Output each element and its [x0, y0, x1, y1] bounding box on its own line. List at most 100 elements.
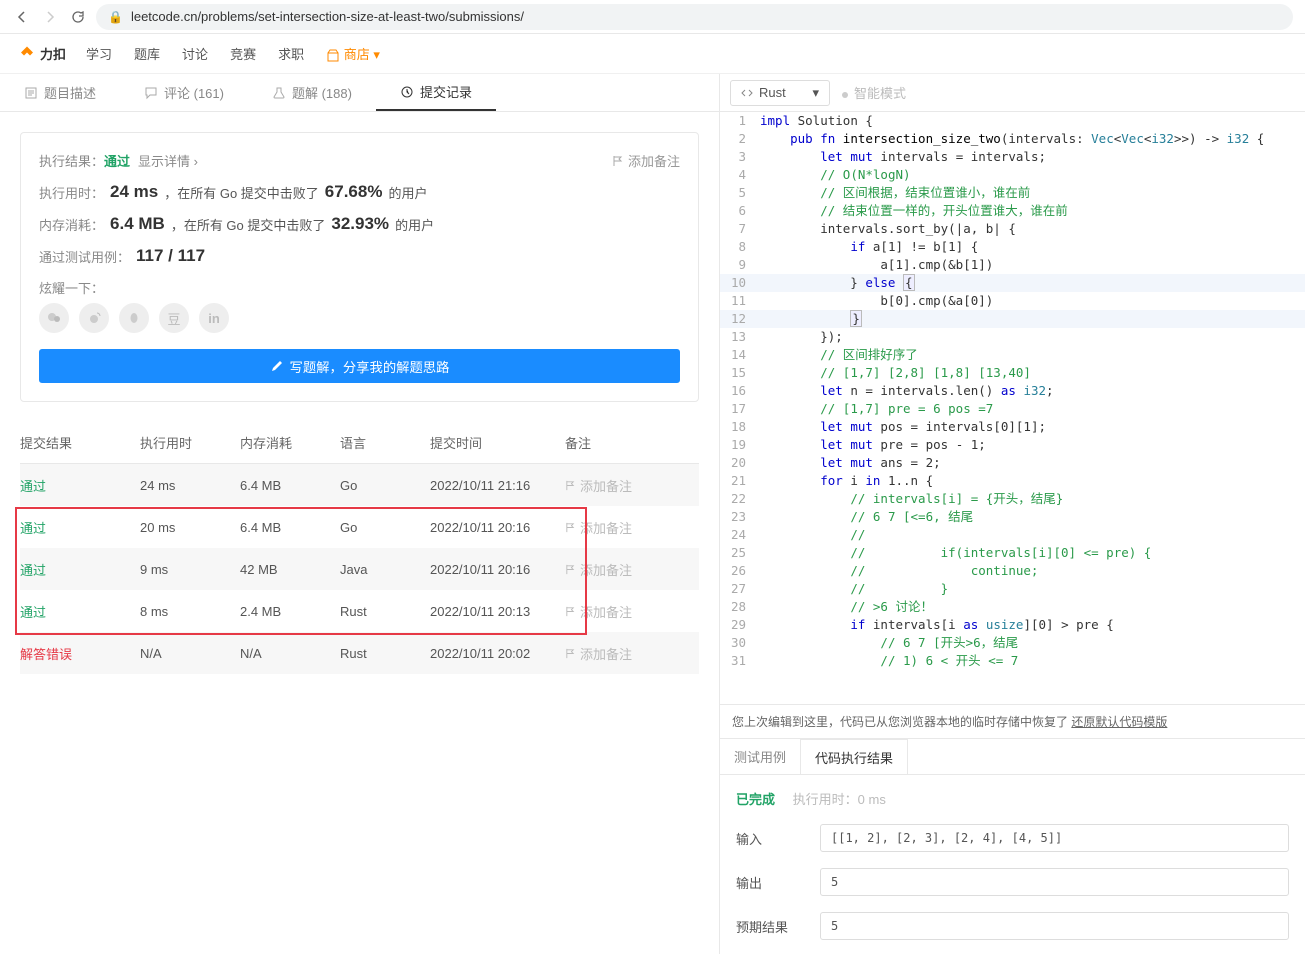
code-content: // >6 讨论！: [760, 598, 933, 616]
tab-solutions[interactable]: 题解 (188): [248, 74, 376, 111]
line-number: 26: [720, 562, 760, 580]
tab-testcase[interactable]: 测试用例: [720, 739, 800, 774]
ts-cell: 2022/10/11 20:16: [430, 520, 565, 535]
line-number: 23: [720, 508, 760, 526]
testcase-count: 117 / 117: [136, 246, 205, 266]
code-content: // 结束位置一样的，开头位置谁大，谁在前: [760, 202, 1068, 220]
show-detail-link[interactable]: 显示详情 ›: [138, 151, 198, 170]
share-linkedin[interactable]: in: [199, 303, 229, 333]
status-cell[interactable]: 解答错误: [20, 644, 140, 663]
weibo-icon: [86, 310, 102, 326]
line-number: 8: [720, 238, 760, 256]
flag-icon: [565, 522, 576, 533]
table-row[interactable]: 通过8 ms2.4 MBRust2022/10/11 20:13添加备注: [20, 590, 699, 632]
brand-text: 力扣: [40, 44, 66, 63]
row-add-note[interactable]: 添加备注: [565, 644, 675, 663]
forward-icon[interactable]: [40, 7, 60, 27]
ts-cell: 2022/10/11 21:16: [430, 478, 565, 493]
input-value[interactable]: [[1, 2], [2, 3], [2, 4], [4, 5]]: [820, 824, 1289, 852]
time-cell: 20 ms: [140, 520, 240, 535]
linkedin-icon: in: [208, 311, 220, 326]
line-number: 19: [720, 436, 760, 454]
status-cell[interactable]: 通过: [20, 602, 140, 621]
share-douban[interactable]: 豆: [159, 303, 189, 333]
code-content: }: [760, 310, 862, 328]
memory-value: 6.4 MB: [110, 214, 165, 234]
brand-logo[interactable]: 力扣: [18, 44, 66, 63]
mem-cell: 6.4 MB: [240, 478, 340, 493]
tab-description[interactable]: 题目描述: [0, 74, 120, 111]
line-number: 22: [720, 490, 760, 508]
write-solution-button[interactable]: 写题解，分享我的解题思路: [39, 349, 680, 383]
testcase-label: 通过测试用例：: [39, 247, 130, 266]
flask-icon: [272, 86, 286, 100]
output-value[interactable]: 5: [820, 868, 1289, 896]
nav-discuss[interactable]: 讨论: [180, 40, 210, 67]
flag-icon: [612, 155, 624, 167]
nav-learn[interactable]: 学习: [84, 40, 114, 67]
code-content: b[0].cmp(&a[0]): [760, 292, 993, 310]
line-number: 29: [720, 616, 760, 634]
row-add-note[interactable]: 添加备注: [565, 518, 675, 537]
mem-cell: 6.4 MB: [240, 520, 340, 535]
table-row[interactable]: 通过20 ms6.4 MBGo2022/10/11 20:16添加备注: [20, 506, 699, 548]
table-header: 提交结果 执行用时 内存消耗 语言 提交时间 备注: [20, 422, 699, 464]
flag-icon: [565, 480, 576, 491]
share-weibo[interactable]: [79, 303, 109, 333]
status-cell[interactable]: 通过: [20, 560, 140, 579]
row-add-note[interactable]: 添加备注: [565, 476, 675, 495]
back-icon[interactable]: [12, 7, 32, 27]
status-cell[interactable]: 通过: [20, 476, 140, 495]
tab-result[interactable]: 代码执行结果: [800, 739, 908, 774]
reload-icon[interactable]: [68, 7, 88, 27]
line-number: 27: [720, 580, 760, 598]
nav-contest[interactable]: 竞赛: [228, 40, 258, 67]
code-content: let mut intervals = intervals;: [760, 148, 1046, 166]
code-content: // [1,7] pre = 6 pos =7: [760, 400, 993, 418]
smart-mode-hint[interactable]: 智能模式: [842, 83, 906, 102]
restore-link[interactable]: 还原默认代码模版: [1071, 715, 1167, 729]
line-number: 1: [720, 112, 760, 130]
output-label: 输出: [736, 873, 806, 892]
line-number: 6: [720, 202, 760, 220]
result-status: 通过: [104, 151, 130, 170]
code-content: //: [760, 526, 865, 544]
brand-icon: [18, 45, 36, 63]
mem-cell: 2.4 MB: [240, 604, 340, 619]
result-card: 执行结果： 通过 显示详情 › 添加备注 执行用时： 24 ms ，在所有 Go…: [20, 132, 699, 402]
share-qq[interactable]: [119, 303, 149, 333]
url-bar[interactable]: 🔒 leetcode.cn/problems/set-intersection-…: [96, 4, 1293, 30]
table-row[interactable]: 解答错误N/AN/ARust2022/10/11 20:02添加备注: [20, 632, 699, 674]
line-number: 17: [720, 400, 760, 418]
nav-store[interactable]: 商店 ▾: [324, 40, 382, 67]
nav-jobs[interactable]: 求职: [276, 40, 306, 67]
code-content: // 区间排好序了: [760, 346, 918, 364]
table-row[interactable]: 通过9 ms42 MBJava2022/10/11 20:16添加备注: [20, 548, 699, 590]
code-content: impl Solution {: [760, 112, 873, 130]
line-number: 11: [720, 292, 760, 310]
language-select[interactable]: Rust ▾: [730, 80, 830, 106]
code-content: pub fn intersection_size_two(intervals: …: [760, 130, 1264, 148]
row-add-note[interactable]: 添加备注: [565, 560, 675, 579]
line-number: 31: [720, 652, 760, 670]
share-wechat[interactable]: [39, 303, 69, 333]
row-add-note[interactable]: 添加备注: [565, 602, 675, 621]
expected-value[interactable]: 5: [820, 912, 1289, 940]
line-number: 2: [720, 130, 760, 148]
ts-cell: 2022/10/11 20:13: [430, 604, 565, 619]
table-row[interactable]: 通过24 ms6.4 MBGo2022/10/11 21:16添加备注: [20, 464, 699, 506]
code-content: });: [760, 328, 843, 346]
ts-cell: 2022/10/11 20:16: [430, 562, 565, 577]
code-content: // 6 7 [开头>6，结尾: [760, 634, 1018, 652]
code-editor[interactable]: 1impl Solution {2 pub fn intersection_si…: [720, 112, 1305, 704]
tab-submissions[interactable]: 提交记录: [376, 74, 496, 111]
output-tabs: 测试用例 代码执行结果: [720, 739, 1305, 775]
time-cell: 24 ms: [140, 478, 240, 493]
mem-cell: 42 MB: [240, 562, 340, 577]
nav-problems[interactable]: 题库: [132, 40, 162, 67]
tab-comments[interactable]: 评论 (161): [120, 74, 248, 111]
status-cell[interactable]: 通过: [20, 518, 140, 537]
add-note-button[interactable]: 添加备注: [612, 151, 680, 170]
code-content: // [1,7] [2,8] [1,8] [13,40]: [760, 364, 1031, 382]
code-content: // intervals[i] = {开头，结尾}: [760, 490, 1063, 508]
